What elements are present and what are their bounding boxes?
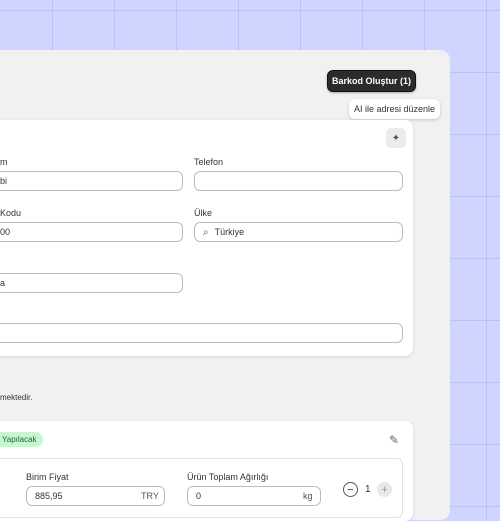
name-label: m [0,157,8,167]
country-select[interactable]: ⌕ Türkiye [194,222,403,242]
pencil-icon[interactable]: ✎ [389,433,399,447]
ai-edit-tooltip: AI ile adresi düzenle [349,99,440,119]
quantity-value: 1 [365,484,371,495]
unit-price-label: Birim Fiyat [26,472,69,482]
quantity-decrease-button[interactable]: − [343,482,358,497]
country-label: Ülke [194,208,213,218]
phone-input[interactable] [194,171,403,191]
country-value: Türkiye [214,227,245,237]
city-input[interactable]: a [0,273,183,293]
weight-label: Ürün Toplam Ağırlığı [187,472,269,482]
info-note: mektedir. [0,393,33,402]
postal-code-label: Kodu [0,208,22,218]
sparkle-icon: ✦ [391,132,401,144]
weight-input[interactable]: 0 [187,486,321,506]
quantity-increase-button[interactable]: + [377,482,392,497]
phone-label: Telefon [194,157,224,167]
ai-edit-address-button[interactable]: ✦ [386,128,406,148]
status-badge: Yapılacak [0,432,43,447]
address-input[interactable] [0,323,403,343]
postal-code-input[interactable]: 00 [0,222,183,242]
name-input[interactable]: bi [0,171,183,191]
create-barcode-button[interactable]: Barkod Oluştur (1) [327,70,416,92]
search-icon: ⌕ [203,226,209,238]
